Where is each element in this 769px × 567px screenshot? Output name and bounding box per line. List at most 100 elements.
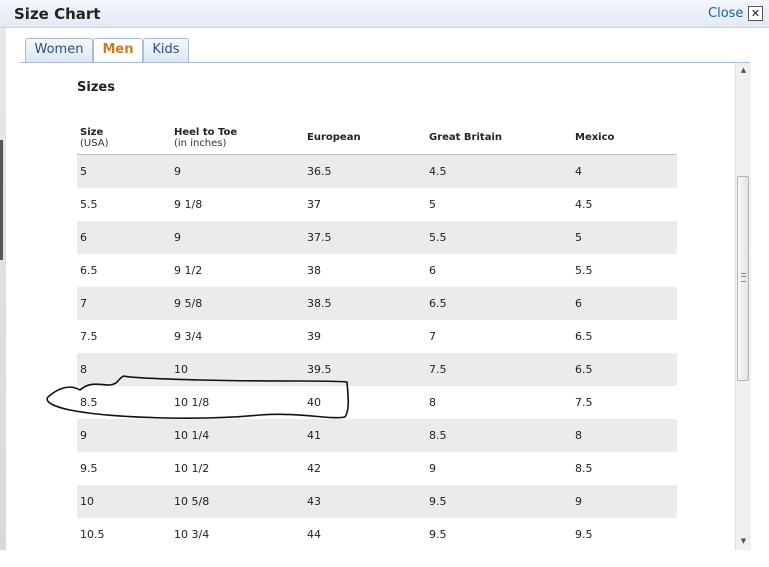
- cell-size: 10: [77, 485, 171, 518]
- scroll-thumb[interactable]: [737, 176, 749, 381]
- table-row: 6 9 37.5 5.5 5: [77, 221, 677, 254]
- col-header-european: European: [304, 121, 426, 155]
- cell-size: 10.5: [80, 528, 105, 541]
- cell-heel-to-toe: 10 1/8: [174, 396, 210, 409]
- col-header-great-britain: Great Britain: [426, 121, 572, 155]
- cell-european: 39: [307, 330, 321, 343]
- table-row: 79 5/8 38.5 6.5 6: [77, 287, 677, 320]
- cell-mexico: 4.5: [575, 198, 593, 211]
- dialog-title: Size Chart: [14, 5, 101, 23]
- cell-great-britain: 7.5: [426, 353, 572, 386]
- cell-mexico: 6.5: [575, 330, 593, 343]
- cell-european: 40: [307, 396, 321, 409]
- cell-heel-to-toe: 9 3/4: [174, 330, 203, 343]
- cell-mexico: 7.5: [575, 396, 593, 409]
- cell-size: 9: [77, 419, 171, 452]
- col-header-heel-sub: (in inches): [174, 137, 227, 149]
- table-row: 8.5 10 1/8 40 8 7.5: [77, 386, 677, 419]
- col-header-size: Size (USA): [77, 121, 171, 155]
- cell-size: 8: [77, 353, 171, 386]
- cell-size: 8.5: [80, 396, 98, 409]
- scroll-grip-icon: [741, 273, 746, 282]
- table-row: 9 10 1/4 41 8.5 8: [77, 419, 677, 452]
- cell-mexico: 5.5: [575, 264, 593, 277]
- dialog-bottom-edge: [0, 550, 769, 567]
- cell-great-britain: 6.5: [426, 287, 572, 320]
- cell-great-britain: 7: [429, 330, 436, 343]
- scroll-up-icon[interactable]: ▲: [736, 63, 751, 77]
- cell-great-britain: 9: [429, 462, 436, 475]
- tab-men[interactable]: Men: [93, 38, 143, 63]
- table-row: 6.5 9 1/2 38 6 5.5: [77, 254, 677, 287]
- cell-heel-to-toe: 10: [171, 353, 304, 386]
- cell-european: 37: [307, 198, 321, 211]
- cell-size: 7.5: [80, 330, 98, 343]
- cell-european: 36.5: [304, 154, 426, 188]
- cell-size: 5.5: [80, 198, 98, 211]
- cell-european: 41: [304, 419, 426, 452]
- table-row: 8 10 39.5 7.5 6.5: [77, 353, 677, 386]
- cell-european: 43: [304, 485, 426, 518]
- cell-heel-to-toe: 9 1/8: [174, 198, 203, 211]
- size-chart-panel: Sizes Size (USA) Heel to Toe (in inches) E…: [20, 63, 735, 550]
- cell-european: 39.5: [304, 353, 426, 386]
- cell-mexico: 8.5: [575, 462, 593, 475]
- tab-women[interactable]: Women: [25, 38, 93, 62]
- cell-heel-to-toe: 9: [171, 154, 304, 188]
- col-header-heel-to-toe: Heel to Toe (in inches): [171, 121, 304, 155]
- cell-great-britain: 4.5: [426, 154, 572, 188]
- tab-kids[interactable]: Kids: [143, 38, 189, 62]
- table-body: 5 9 36.5 4.5 4 5.5 9 1/8 37 5 4.5 6 9 37.5 5.5 5 6.5 9 1…: [77, 154, 677, 551]
- cell-great-britain: 6: [429, 264, 436, 277]
- size-table: Size (USA) Heel to Toe (in inches) Europea…: [77, 121, 677, 550]
- table-row: 5 9 36.5 4.5 4: [77, 154, 677, 188]
- cell-european: 38: [307, 264, 321, 277]
- cell-mexico: 9: [572, 485, 677, 518]
- close-link[interactable]: Close: [708, 6, 743, 21]
- cell-heel-to-toe: 10 1/2: [174, 462, 210, 475]
- dialog-titlebar: Size Chart Close ✕: [0, 0, 769, 28]
- cell-great-britain: 5.5: [426, 221, 572, 254]
- cell-european: 37.5: [304, 221, 426, 254]
- table-header-row: Size (USA) Heel to Toe (in inches) Europea…: [77, 121, 677, 155]
- table-row: 7.5 9 3/4 39 7 6.5: [77, 320, 677, 353]
- col-header-heel-label: Heel to Toe: [174, 126, 238, 138]
- cell-great-britain: 8.5: [426, 419, 572, 452]
- cell-size: 6: [77, 221, 171, 254]
- left-page-edge-shadow: [0, 140, 3, 260]
- table-row: 5.5 9 1/8 37 5 4.5: [77, 188, 677, 221]
- cell-mexico: 4: [572, 154, 677, 188]
- col-header-mexico: Mexico: [572, 121, 677, 155]
- table-row: 10.5 10 3/4 44 9.5 9.5: [77, 518, 677, 550]
- cell-heel-to-toe: 9: [171, 221, 304, 254]
- cell-great-britain: 9.5: [429, 528, 447, 541]
- cell-european: 42: [307, 462, 321, 475]
- vertical-scrollbar[interactable]: ▲ ▼: [735, 63, 751, 550]
- table-row: 9.5 10 1/2 42 9 8.5: [77, 452, 677, 485]
- cell-european: 38.5: [304, 287, 426, 320]
- sizes-heading: Sizes: [77, 80, 115, 95]
- cell-size: 6.5: [80, 264, 98, 277]
- col-header-size-label: Size: [80, 126, 104, 138]
- cell-mexico: 5: [572, 221, 677, 254]
- cell-heel-to-toe: 9 5/8: [171, 287, 304, 320]
- cell-european: 44: [307, 528, 321, 541]
- col-header-size-sub: (USA): [80, 137, 109, 149]
- cell-heel-to-toe: 10 5/8: [171, 485, 304, 518]
- cell-mexico: 6: [572, 287, 677, 320]
- cell-size: 5: [77, 154, 171, 188]
- cell-size: 7: [77, 287, 171, 320]
- cell-mexico: 6.5: [572, 353, 677, 386]
- cell-great-britain: 9.5: [426, 485, 572, 518]
- cell-great-britain: 8: [429, 396, 436, 409]
- close-icon[interactable]: ✕: [748, 6, 763, 21]
- cell-size: 9.5: [80, 462, 98, 475]
- cell-mexico: 9.5: [575, 528, 593, 541]
- scroll-down-icon[interactable]: ▼: [736, 534, 751, 548]
- cell-heel-to-toe: 10 3/4: [174, 528, 210, 541]
- cell-mexico: 8: [572, 419, 677, 452]
- left-page-edge: [0, 0, 6, 567]
- table-row: 10 10 5/8 43 9.5 9: [77, 485, 677, 518]
- cell-heel-to-toe: 9 1/2: [174, 264, 203, 277]
- cell-heel-to-toe: 10 1/4: [171, 419, 304, 452]
